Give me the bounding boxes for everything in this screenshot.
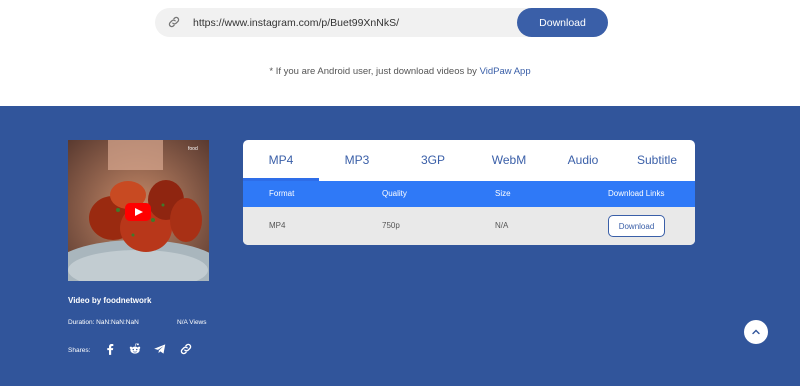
tab-webm[interactable]: WebM <box>471 140 547 181</box>
top-section: Download * If you are Android user, just… <box>0 0 800 106</box>
download-button[interactable]: Download <box>517 8 608 37</box>
cell-quality: 750p <box>382 221 400 230</box>
url-input[interactable] <box>193 8 513 37</box>
copy-link-icon[interactable] <box>179 342 193 356</box>
play-icon[interactable] <box>125 203 151 221</box>
table-header: Format Quality Size Download Links <box>243 181 695 207</box>
cell-size: N/A <box>495 221 509 230</box>
tab-3gp[interactable]: 3GP <box>395 140 471 181</box>
header-format: Format <box>269 189 295 198</box>
vidpaw-app-link[interactable]: VidPaw App <box>480 66 531 77</box>
tab-mp3[interactable]: MP3 <box>319 140 395 181</box>
format-panel: MP4 MP3 3GP WebM Audio Subtitle Format Q… <box>243 140 695 245</box>
telegram-icon[interactable] <box>153 342 167 356</box>
cell-format: MP4 <box>269 221 286 230</box>
tab-audio[interactable]: Audio <box>547 140 619 181</box>
link-icon <box>168 16 180 28</box>
row-download-button[interactable]: Download <box>608 215 665 237</box>
facebook-icon[interactable] <box>103 342 117 356</box>
video-duration: Duration: NaN:NaN:NaN <box>68 319 139 326</box>
header-size: Size <box>495 189 511 198</box>
chevron-up-icon <box>752 329 760 335</box>
tab-mp4[interactable]: MP4 <box>243 140 319 181</box>
shares-label: Shares: <box>68 347 91 354</box>
tab-subtitle[interactable]: Subtitle <box>619 140 695 181</box>
url-bar: Download <box>155 8 608 37</box>
food-network-logo: food <box>188 146 198 152</box>
video-title: Video by foodnetwork <box>68 296 152 305</box>
header-quality: Quality <box>382 189 407 198</box>
header-download-links: Download Links <box>608 189 665 198</box>
video-thumbnail[interactable]: food <box>68 140 209 281</box>
android-note-text: * If you are Android user, just download… <box>269 66 480 77</box>
video-views: N/A Views <box>177 319 207 326</box>
android-note: * If you are Android user, just download… <box>0 66 800 77</box>
result-section: food Video by foodnetwork Duration: NaN:… <box>0 106 800 386</box>
reddit-icon[interactable] <box>128 342 142 356</box>
scroll-to-top-button[interactable] <box>744 320 768 344</box>
table-row: MP4 750p N/A Download <box>243 207 695 245</box>
